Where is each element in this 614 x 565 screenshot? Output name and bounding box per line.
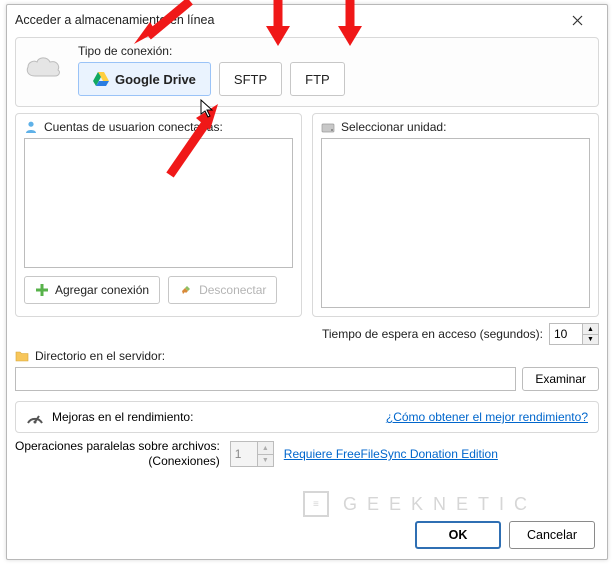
drive-icon xyxy=(321,120,335,134)
disconnect-button[interactable]: Desconectar xyxy=(168,276,277,304)
drives-header: Seleccionar unidad: xyxy=(341,120,446,134)
donation-link[interactable]: Requiere FreeFileSync Donation Edition xyxy=(284,447,498,461)
directory-row: Directorio en el servidor: Examinar xyxy=(15,349,599,391)
timeout-spinner[interactable]: ▲ ▼ xyxy=(549,323,599,345)
sftp-label: SFTP xyxy=(234,72,267,87)
performance-label: Mejoras en el rendimiento: xyxy=(52,410,193,424)
timeout-up[interactable]: ▲ xyxy=(582,324,598,334)
add-connection-label: Agregar conexión xyxy=(55,283,149,297)
performance-row: Mejoras en el rendimiento: ¿Cómo obtener… xyxy=(15,401,599,433)
accounts-listbox[interactable] xyxy=(24,138,293,268)
disconnect-label: Desconectar xyxy=(199,283,266,297)
google-drive-icon xyxy=(93,72,109,86)
sftp-button[interactable]: SFTP xyxy=(219,62,282,96)
ftp-label: FTP xyxy=(305,72,330,87)
accounts-header: Cuentas de usuarion conectadas: xyxy=(44,120,223,134)
ok-label: OK xyxy=(449,528,468,542)
titlebar: Acceder a almacenamiento en línea xyxy=(7,5,607,35)
directory-label: Directorio en el servidor: xyxy=(35,349,165,363)
add-connection-button[interactable]: Agregar conexión xyxy=(24,276,160,304)
unplug-icon xyxy=(179,283,193,297)
timeout-input[interactable] xyxy=(550,324,582,344)
accounts-panel: Cuentas de usuarion conectadas: Agregar … xyxy=(15,113,302,317)
timeout-down[interactable]: ▼ xyxy=(582,334,598,344)
browse-button[interactable]: Examinar xyxy=(522,367,599,391)
cancel-label: Cancelar xyxy=(527,528,577,542)
parops-down: ▼ xyxy=(257,454,273,466)
user-icon xyxy=(24,120,38,134)
connection-type-label: Tipo de conexión: xyxy=(78,44,590,58)
parops-label1: Operaciones paralelas sobre archivos: xyxy=(15,439,220,454)
drives-listbox[interactable] xyxy=(321,138,590,308)
parops-up: ▲ xyxy=(257,442,273,454)
ok-button[interactable]: OK xyxy=(415,521,501,549)
google-drive-label: Google Drive xyxy=(115,72,196,87)
watermark-logo: ≡ xyxy=(303,491,329,517)
close-button[interactable] xyxy=(555,6,599,34)
parops-input xyxy=(231,442,257,466)
folder-icon xyxy=(15,350,29,362)
performance-link[interactable]: ¿Cómo obtener el mejor rendimiento? xyxy=(386,410,588,424)
directory-input[interactable] xyxy=(15,367,516,391)
browse-label: Examinar xyxy=(535,372,586,386)
ftp-button[interactable]: FTP xyxy=(290,62,345,96)
dialog-window: Acceder a almacenamiento en línea Tipo d… xyxy=(6,4,608,560)
close-icon xyxy=(572,15,583,26)
window-title: Acceder a almacenamiento en línea xyxy=(15,13,214,27)
drives-panel: Seleccionar unidad: xyxy=(312,113,599,317)
plus-icon xyxy=(35,283,49,297)
gauge-icon xyxy=(26,408,44,426)
parallel-ops-row: Operaciones paralelas sobre archivos: (C… xyxy=(15,439,599,469)
google-drive-button[interactable]: Google Drive xyxy=(78,62,211,96)
connection-type-section: Tipo de conexión: Google Drive SFTP xyxy=(15,37,599,107)
cancel-button[interactable]: Cancelar xyxy=(509,521,595,549)
watermark: ≡ GEEKNETIC xyxy=(303,491,537,517)
timeout-label: Tiempo de espera en acceso (segundos): xyxy=(322,327,543,341)
watermark-text: GEEKNETIC xyxy=(343,494,537,515)
parops-spinner: ▲ ▼ xyxy=(230,441,274,467)
cloud-icon xyxy=(24,54,62,80)
timeout-row: Tiempo de espera en acceso (segundos): ▲… xyxy=(322,323,599,345)
parops-label2: (Conexiones) xyxy=(15,454,220,469)
